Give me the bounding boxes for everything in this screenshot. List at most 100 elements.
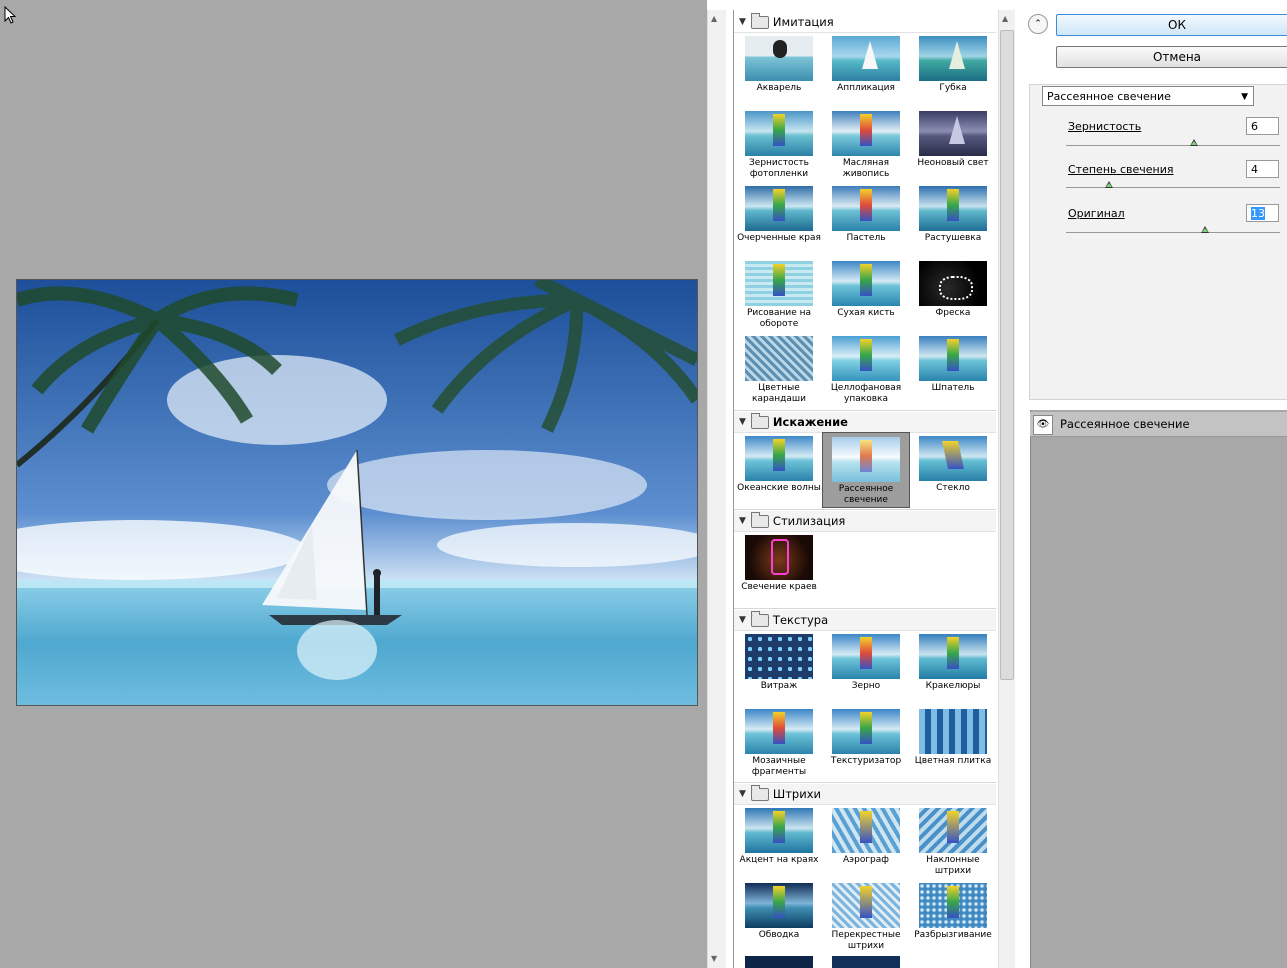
category-separator xyxy=(734,608,996,609)
filter-thumb[interactable]: Губка xyxy=(910,32,996,106)
filter-preview-icon xyxy=(832,336,900,381)
filter-preview-icon xyxy=(745,186,813,231)
filter-thumb[interactable]: Целлофановая упаковка xyxy=(823,332,909,406)
filter-thumb-partial[interactable] xyxy=(745,956,813,968)
param-slider-glow-amount[interactable] xyxy=(1066,187,1280,188)
filter-label: Неоновый свет xyxy=(917,158,989,168)
expand-triangle-icon[interactable]: ▼ xyxy=(739,516,746,526)
scroll-up-icon[interactable]: ▲ xyxy=(1002,14,1008,23)
filter-preview-icon xyxy=(919,436,987,481)
scroll-down-icon[interactable]: ▼ xyxy=(711,954,717,963)
filter-label: Разбрызгивание xyxy=(914,930,992,940)
filter-thumb[interactable]: Зернистость фотопленки xyxy=(736,107,822,181)
filter-preview-icon xyxy=(832,437,900,482)
filter-thumb[interactable]: Наклонные штрихи xyxy=(910,804,996,878)
expand-triangle-icon[interactable]: ▼ xyxy=(739,615,746,625)
ok-button[interactable]: ОК xyxy=(1056,14,1287,36)
filter-label: Стекло xyxy=(936,483,970,493)
filter-preview-icon xyxy=(745,36,813,81)
slider-knob-icon[interactable] xyxy=(1190,139,1199,146)
filter-thumb[interactable]: Акцент на краях xyxy=(736,804,822,878)
category-imitation[interactable]: ▼ Имитация xyxy=(734,12,996,33)
filter-thumb[interactable]: Обводка xyxy=(736,879,822,953)
filter-preview-icon xyxy=(832,883,900,928)
preview-canvas[interactable] xyxy=(0,0,707,968)
filter-label: Витраж xyxy=(760,681,798,691)
filter-select-dropdown[interactable]: Рассеянное свечение ▼ xyxy=(1042,86,1254,106)
filter-thumb[interactable]: Стекло xyxy=(910,432,996,506)
filter-thumb[interactable]: Акварель xyxy=(736,32,822,106)
param-value: 4 xyxy=(1251,163,1258,176)
filter-label: Аэрограф xyxy=(843,855,889,865)
filter-thumb-selected[interactable]: Рассеянное свечение xyxy=(822,432,910,508)
category-separator xyxy=(734,410,996,411)
filter-thumb[interactable]: Цветная плитка xyxy=(910,705,996,779)
filter-label: Масляная живопись xyxy=(842,158,890,179)
filter-thumb[interactable]: Цветные карандаши xyxy=(736,332,822,406)
expand-triangle-icon[interactable]: ▼ xyxy=(739,417,746,427)
expand-triangle-icon[interactable]: ▼ xyxy=(739,17,746,27)
filter-thumb[interactable]: Зерно xyxy=(823,630,909,704)
filter-label: Растушевка xyxy=(924,233,982,243)
filter-preview-icon xyxy=(919,111,987,156)
filter-thumb[interactable]: Перекрестные штрихи xyxy=(823,879,909,953)
category-distortion[interactable]: ▼ Искажение xyxy=(734,412,996,433)
filter-thumb[interactable]: Витраж xyxy=(736,630,822,704)
effect-layers-panel xyxy=(1030,410,1287,968)
param-input-glow-amount[interactable]: 4 xyxy=(1246,160,1279,178)
filter-label: Акварель xyxy=(756,83,802,93)
filter-thumb[interactable]: Рисование на обороте xyxy=(736,257,822,331)
filter-thumb[interactable]: Мозаичные фрагменты xyxy=(736,705,822,779)
filter-thumb[interactable]: Аэрограф xyxy=(823,804,909,878)
filter-thumb[interactable]: Фреска xyxy=(910,257,996,331)
filter-thumb[interactable]: Сухая кисть xyxy=(823,257,909,331)
param-slider-clear-amount[interactable] xyxy=(1066,232,1280,233)
canvas-scrollbar[interactable]: ▲ ▼ xyxy=(707,10,726,968)
filter-label: Свечение краев xyxy=(741,582,817,592)
filter-preview-icon xyxy=(745,336,813,381)
expand-triangle-icon[interactable]: ▼ xyxy=(739,789,746,799)
filter-label: Мозаичные фрагменты xyxy=(751,756,807,777)
filter-thumb[interactable]: Шпатель xyxy=(910,332,996,406)
filter-thumb[interactable]: Океанские волны xyxy=(736,432,822,506)
slider-knob-icon[interactable] xyxy=(1201,226,1210,233)
filter-thumb[interactable]: Разбрызгивание xyxy=(910,879,996,953)
filter-thumb-partial[interactable] xyxy=(832,956,900,968)
param-input-graininess[interactable]: 6 xyxy=(1246,117,1279,135)
effect-layer-name: Рассеянное свечение xyxy=(1060,417,1190,431)
filter-label: Текстуризатор xyxy=(830,756,902,766)
filter-thumb[interactable]: Растушевка xyxy=(910,182,996,256)
folder-icon xyxy=(750,610,769,627)
filter-preview-icon xyxy=(919,186,987,231)
filter-preview-icon xyxy=(919,36,987,81)
filter-thumb[interactable]: Очерченные края xyxy=(736,182,822,256)
param-slider-graininess[interactable] xyxy=(1066,145,1280,146)
param-label-graininess: Зернистость xyxy=(1068,120,1142,133)
filter-thumb[interactable]: Пастель xyxy=(823,182,909,256)
filter-thumb[interactable]: Неоновый свет xyxy=(910,107,996,181)
filter-thumb[interactable]: Текстуризатор xyxy=(823,705,909,779)
category-brush-strokes[interactable]: ▼ Штрихи xyxy=(734,784,996,805)
collapse-gallery-button[interactable]: ⌃ xyxy=(1028,14,1048,34)
filter-thumb[interactable]: Масляная живопись xyxy=(823,107,909,181)
eye-visibility-icon[interactable]: 👁 xyxy=(1033,415,1053,435)
filter-preview-icon xyxy=(745,535,813,580)
filter-preview-icon xyxy=(832,808,900,853)
filter-preview-icon xyxy=(745,261,813,306)
dropdown-arrow-icon: ▼ xyxy=(1241,92,1248,102)
filter-thumb[interactable]: Кракелюры xyxy=(910,630,996,704)
param-input-clear-amount[interactable]: 13 xyxy=(1246,204,1279,222)
gallery-scrollbar-thumb[interactable] xyxy=(1000,30,1014,680)
param-value: 6 xyxy=(1251,120,1258,133)
scroll-up-icon[interactable]: ▲ xyxy=(711,14,717,23)
slider-knob-icon[interactable] xyxy=(1104,181,1113,188)
cancel-button[interactable]: Отмена xyxy=(1056,46,1287,68)
filter-preview-icon xyxy=(919,709,987,754)
filter-preview-icon xyxy=(745,808,813,853)
filter-thumb[interactable]: Свечение краев xyxy=(736,531,822,605)
category-stylize[interactable]: ▼ Стилизация xyxy=(734,511,996,532)
filter-thumb[interactable]: Аппликация xyxy=(823,32,909,106)
folder-icon xyxy=(750,412,769,429)
category-texture[interactable]: ▼ Текстура xyxy=(734,610,996,631)
folder-icon xyxy=(750,784,769,801)
